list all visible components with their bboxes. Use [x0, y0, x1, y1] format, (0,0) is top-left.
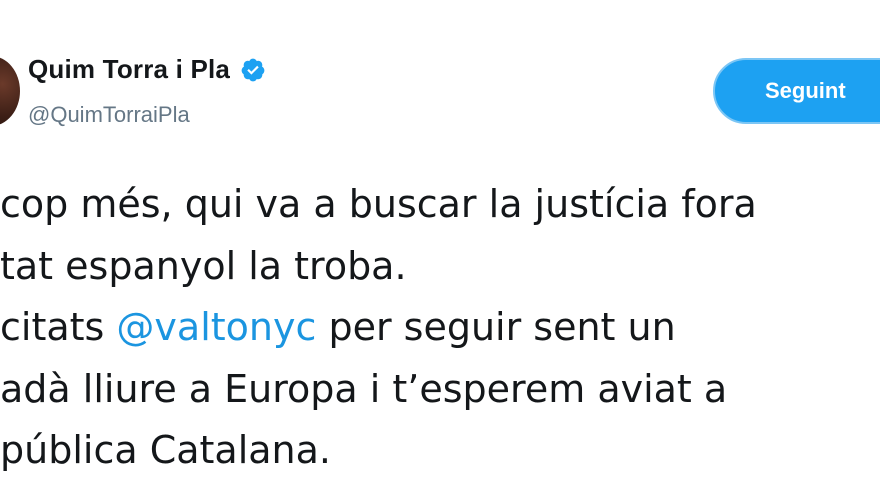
verified-badge-icon — [241, 58, 265, 81]
tweet-line-2: tat espanyol la troba. — [0, 243, 407, 288]
avatar[interactable] — [0, 56, 20, 126]
tweet-line-3: citats @valtonyc per seguir sent un — [0, 297, 757, 359]
tweet-line-4: adà lliure a Europa i t’esperem aviat a — [0, 366, 728, 411]
tweet-line-1: cop més, qui va a buscar la justícia for… — [0, 182, 757, 226]
following-button[interactable]: Seguint — [713, 58, 880, 124]
tweet-text: cop més, qui va a buscar la justícia for… — [0, 174, 757, 482]
author-name-row: Quim Torra i Pla — [28, 54, 266, 85]
author-handle[interactable]: @QuimTorraiPla — [28, 102, 190, 128]
mention-link[interactable]: @valtonyc — [116, 305, 316, 349]
tweet-line-3-before: citats — [0, 305, 117, 349]
tweet-line-3-after: per seguir sent un — [316, 305, 676, 349]
tweet-card: Quim Torra i Pla @QuimTorraiPla Seguint … — [0, 0, 880, 495]
author-display-name[interactable]: Quim Torra i Pla — [28, 54, 230, 85]
tweet-line-5: pública Catalana. — [0, 428, 331, 472]
